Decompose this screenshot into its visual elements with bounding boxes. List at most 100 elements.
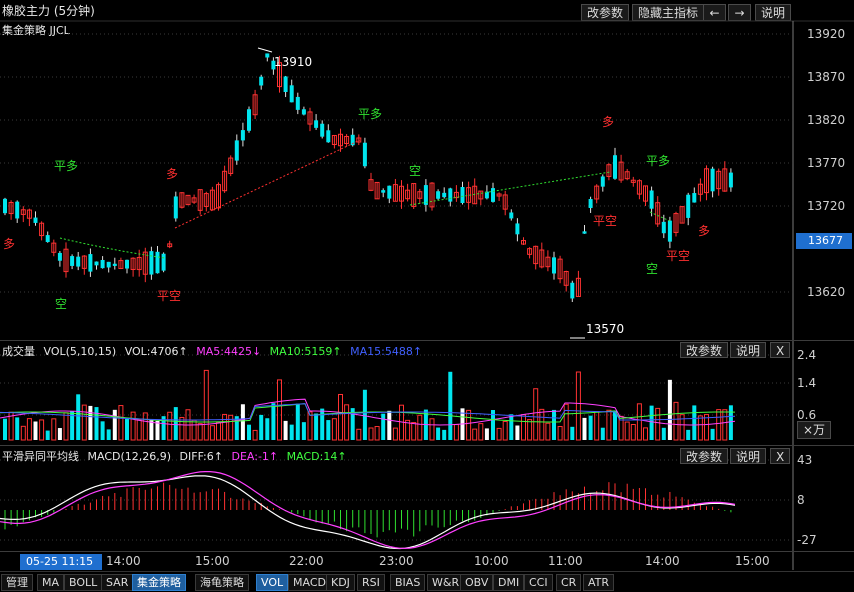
macd-y-tick: 8 [797, 493, 805, 507]
signal-label: 空 [409, 164, 422, 178]
tab-cci[interactable]: CCI [524, 574, 553, 591]
volume-bar [326, 420, 331, 440]
candle [710, 168, 715, 192]
candle [94, 261, 99, 266]
signal-label: 平多 [646, 154, 671, 168]
macd-name: 平滑异同平均线 [2, 450, 79, 463]
candle [33, 217, 38, 223]
tab-macd[interactable]: MACD [288, 574, 331, 591]
vol-help-button[interactable]: 说明 [730, 342, 767, 358]
macd-params: MACD(12,26,9) [87, 450, 172, 463]
candle [3, 198, 7, 214]
candle [381, 190, 386, 193]
volume-bar [314, 413, 319, 440]
tab-manage[interactable]: 管理 [1, 574, 33, 591]
vol-params: VOL(5,10,15) [43, 345, 117, 358]
signal-label: 平空 [157, 289, 182, 303]
volume-bar [209, 425, 215, 441]
candle [106, 261, 111, 268]
tab-jijin-strategy[interactable]: 集金策略 [132, 574, 186, 591]
candle [600, 176, 605, 187]
time-label: 22:00 [289, 554, 324, 568]
volume-bar [411, 422, 417, 441]
candle [362, 142, 367, 167]
volume-bar [478, 423, 484, 441]
candle [491, 188, 495, 202]
volume-bar [307, 411, 313, 441]
tab-wr[interactable]: W&R [427, 574, 465, 591]
volume-bar [630, 424, 636, 441]
time-label: 14:00 [645, 554, 680, 568]
macd-macd: MACD:14↑ [286, 450, 347, 463]
volume-bar [39, 419, 45, 441]
candle [125, 259, 129, 269]
y-tick: 13770 [807, 156, 846, 170]
candle [613, 155, 617, 179]
tab-ma[interactable]: MA [37, 574, 65, 591]
tab-rsi[interactable]: RSI [357, 574, 385, 591]
signal-label: 平空 [666, 249, 691, 263]
tab-bias[interactable]: BIAS [390, 574, 426, 591]
volume-bar [484, 428, 489, 440]
tab-sar[interactable]: SAR [101, 574, 134, 591]
time-label: 23:00 [379, 554, 414, 568]
volume-bar [588, 415, 593, 440]
candle [509, 212, 514, 219]
signal-label: 多 [602, 115, 615, 129]
volume-bar [472, 428, 478, 441]
candle [661, 221, 666, 234]
volume-bar [277, 379, 282, 441]
macd-edit-params-button[interactable]: 改参数 [680, 448, 729, 464]
volume-bar [45, 430, 50, 440]
candle [247, 109, 251, 131]
candle [728, 172, 733, 188]
tab-turtle-strategy[interactable]: 海龟策略 [195, 574, 249, 591]
candle [588, 199, 593, 209]
volume-bar [661, 427, 666, 440]
volume-bar [655, 407, 661, 441]
volume-bar [149, 420, 154, 440]
volume-bar [112, 409, 117, 440]
candle [460, 186, 465, 204]
candle [387, 185, 392, 199]
macd-help-button[interactable]: 说明 [730, 448, 767, 464]
candle [283, 76, 288, 92]
volume-bar [442, 429, 447, 440]
chart-canvas[interactable] [0, 0, 854, 591]
current-price-tag: 13677 [796, 233, 852, 249]
tab-kdj[interactable]: KDJ [326, 574, 355, 591]
volume-bar [252, 429, 258, 441]
candle [686, 194, 691, 218]
volume-bar [636, 403, 642, 441]
tab-dmi[interactable]: DMI [493, 574, 525, 591]
volume-bar [436, 427, 441, 440]
tab-obv[interactable]: OBV [460, 574, 494, 591]
vol-y-tick: 0.6 [797, 408, 817, 422]
candle [265, 53, 270, 58]
tab-vol[interactable]: VOL [256, 574, 289, 591]
volume-bar [338, 393, 343, 441]
tab-atr[interactable]: ATR [583, 574, 615, 591]
tab-cr[interactable]: CR [556, 574, 582, 591]
candle [259, 76, 264, 86]
volume-bar [289, 424, 294, 440]
cursor-time-tag: 05-25 11:15 [20, 554, 102, 570]
indicator-tab-bar: 管理 MA BOLL SAR 集金策略 海龟策略 VOL MACD KDJ RS… [0, 571, 854, 592]
macd-close-button[interactable]: X [770, 448, 791, 464]
volume-bar [515, 425, 520, 440]
candle [161, 253, 166, 271]
high-marker [257, 47, 273, 53]
candle [436, 191, 441, 199]
signal-label: 平多 [54, 159, 79, 173]
volume-bar [191, 419, 197, 441]
signal-label: 多 [698, 224, 711, 238]
volume-bar [686, 429, 691, 440]
vol-close-button[interactable]: X [770, 342, 791, 358]
candle [515, 223, 520, 235]
vol-edit-params-button[interactable]: 改参数 [680, 342, 729, 358]
candle [15, 201, 20, 219]
volume-bar [600, 427, 605, 440]
tab-boll[interactable]: BOLL [64, 574, 103, 591]
volume-bar [20, 425, 26, 441]
volume-bar [502, 420, 508, 441]
